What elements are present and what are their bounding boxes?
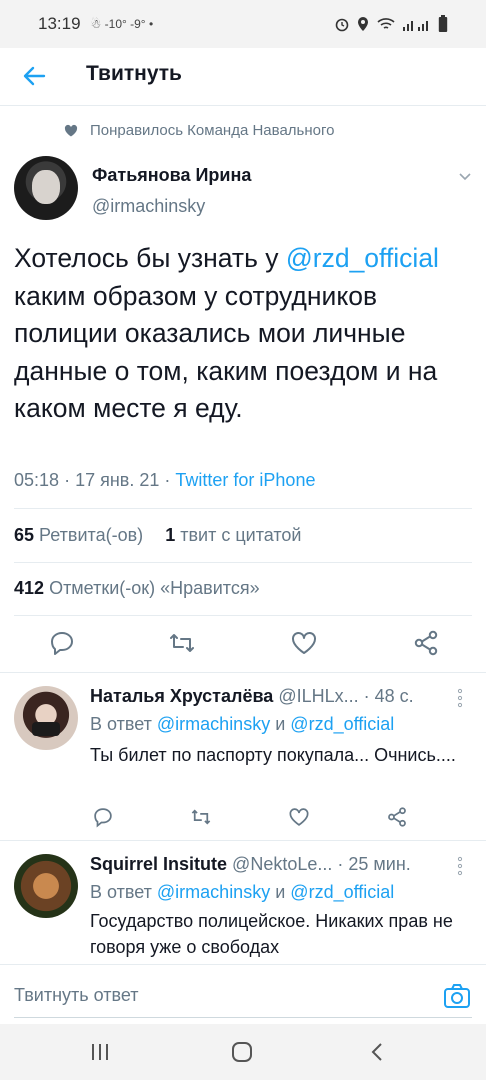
tweet-meta: 05:18 · 17 янв. 21 · Twitter for iPhone [14,470,315,491]
reply-to-mention-2[interactable]: @rzd_official [290,714,394,734]
retweet-icon[interactable] [168,629,196,657]
reply-to-prefix: В ответ [90,882,152,902]
reply-to-and: и [275,714,286,734]
weather-icon: ☃ [90,17,102,31]
recent-apps-icon[interactable] [86,1038,114,1066]
reply-to-mention-2[interactable]: @rzd_official [290,882,394,902]
author-handle[interactable]: @irmachinsky [92,196,205,217]
chevron-down-icon[interactable] [457,168,473,184]
reply-composer[interactable]: Твитнуть ответ [0,964,486,1024]
tweet-date: 17 янв. 21 [75,470,160,490]
notification-dot: • [148,17,154,31]
reply-input[interactable]: Твитнуть ответ [14,985,139,1006]
reply-author-handle[interactable]: @NektoLe... [232,854,332,874]
retweet-icon[interactable] [190,806,212,828]
camera-icon[interactable] [442,981,472,1011]
divider [14,508,472,509]
more-vertical-icon[interactable] [456,856,464,876]
system-nav-bar [0,1024,486,1080]
likes-label: Отметки(-ок) «Нравится» [49,578,260,598]
reply-header: Squirrel Insitute @NektoLe... · 25 мин. [90,854,411,875]
signal-icon [403,21,428,31]
reply-header: Наталья Хрусталёва @ILHLx... · 48 с. [90,686,414,707]
author-avatar[interactable] [14,156,78,220]
reply-to-prefix: В ответ [90,714,152,734]
like-icon[interactable] [290,629,318,657]
weather-indicator: ☃ -10° -9° • [91,17,154,31]
reply-author-name[interactable]: Наталья Хрусталёва [90,686,273,706]
divider [14,615,472,616]
reply-author-handle[interactable]: @ILHLx... [278,686,358,706]
quotes-label: твит с цитатой [180,525,302,545]
share-icon[interactable] [412,629,440,657]
reply-icon[interactable] [92,806,114,828]
divider [0,672,486,673]
tweet-mention-link[interactable]: @rzd_official [286,243,439,273]
mask-shape [32,722,60,736]
tweet-source-link[interactable]: Twitter for iPhone [175,470,315,490]
alarm-icon [335,18,349,32]
status-time: 13:19 [38,14,81,33]
tweet-text: Хотелось бы узнать у @rzd_official каким… [14,240,474,428]
reply-time: · 48 с. [363,686,414,706]
more-vertical-icon[interactable] [456,688,464,708]
reply-text: Ты билет по паспорту покупала... Очнись.… [90,745,456,765]
app-header: Твитнуть [0,48,486,106]
likes-count: 412 [14,578,45,598]
divider [14,562,472,563]
retweets-count: 65 [14,525,35,545]
meta-separator-2: · [164,470,171,490]
author-name[interactable]: Фатьянова Ирина [92,165,251,186]
divider [0,840,486,841]
quotes-count: 1 [165,525,176,545]
reply-to-line: В ответ @irmachinsky и @rzd_official [90,882,394,903]
wifi-icon [377,18,395,29]
social-context[interactable]: Понравилось Команда Навального [64,122,334,139]
stats-retweets-row[interactable]: 65 Ретвита(-ов) 1 твит с цитатой [14,525,301,546]
heart-icon [64,124,78,136]
social-context-text: Понравилось Команда Навального [90,122,335,139]
like-icon[interactable] [288,806,310,828]
temperature-text: -10° -9° [104,17,146,31]
stats-likes-row[interactable]: 412 Отметки(-ок) «Нравится» [14,578,260,599]
reply-to-mention-1[interactable]: @irmachinsky [157,882,270,902]
meta-separator: · [64,470,71,490]
reply-time: · 25 мин. [337,854,411,874]
tweet-time: 05:18 [14,470,60,490]
tweet-text-part2: каким образом у сотрудников полиции оказ… [14,280,438,424]
reply-to-mention-1[interactable]: @irmachinsky [157,714,270,734]
status-bar: 13:19 ☃ -10° -9° • [0,0,486,48]
reply-input-underline [14,1017,472,1018]
share-icon[interactable] [386,806,408,828]
reply-text: Государство полицейское. Никаких прав не… [90,911,453,957]
back-icon[interactable] [364,1038,392,1066]
reply-avatar[interactable] [14,686,78,750]
reply-author-name[interactable]: Squirrel Insitute [90,854,227,874]
home-icon[interactable] [228,1038,256,1066]
reply-to-line: В ответ @irmachinsky и @rzd_official [90,714,394,735]
tweet-text-part1: Хотелось бы узнать у [14,243,286,273]
reply-to-and: и [275,882,286,902]
retweets-label: Ретвита(-ов) [39,525,144,545]
reply-avatar[interactable] [14,854,78,918]
battery-icon [438,15,448,32]
tweet-action-bar [0,625,486,665]
reply-icon[interactable] [48,629,76,657]
page-title: Твитнуть [86,62,182,85]
location-icon [358,17,368,31]
status-icons [334,15,448,33]
arrow-left-icon[interactable] [20,62,48,90]
